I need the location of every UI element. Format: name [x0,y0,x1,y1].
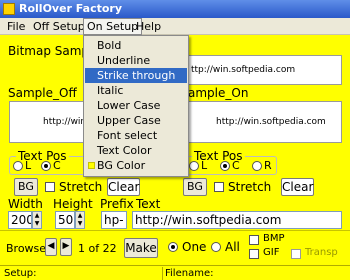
dropdown-item-lower-case[interactable]: Lower Case [85,98,187,113]
dropdown-item-bg-color-label: BG Color [97,159,146,172]
sample-on-url: http://win.softpedia.com [216,117,326,127]
text-input[interactable]: http://win.softpedia.com [132,211,342,229]
width-label: Width [8,197,43,211]
width-input[interactable]: 200 [8,211,32,229]
off-pos-center-radio[interactable] [41,161,51,171]
bmp-label: BMP [263,233,285,244]
on-stretch-checkbox[interactable] [214,182,224,192]
page-counter: 1 of 22 [78,242,117,255]
off-pos-center-label: C [53,159,61,172]
on-stretch-label: Stretch [228,180,272,194]
off-stretch-checkbox[interactable] [45,182,55,192]
on-pos-right-radio[interactable] [252,161,262,171]
sample-on-label: ample_On [188,86,249,100]
window-title: RollOver Factory [19,2,123,15]
next-arrow-icon[interactable]: ▶ [60,238,72,256]
on-pos-right-label: R [264,159,272,172]
dropdown-item-bold[interactable]: Bold [85,38,187,53]
prev-arrow-icon[interactable]: ◀ [45,238,57,256]
app-icon [3,3,15,15]
off-stretch-label: Stretch [59,180,103,194]
transp-checkbox[interactable] [291,249,301,259]
on-pos-center-label: C [232,159,240,172]
status-setup: Setup: [4,268,37,279]
status-bar: Setup: Filename: [0,265,350,280]
make-all-radio[interactable] [211,242,221,252]
make-all-label: All [225,240,240,254]
menu-off-setup[interactable]: Off Setup [30,19,88,34]
dropdown-item-underline[interactable]: Underline [85,53,187,68]
width-spinner[interactable]: ▲ ▼ [32,211,42,229]
make-one-radio[interactable] [168,242,178,252]
bitmap-sample-label: Bitmap Sampl [8,44,93,58]
bmp-checkbox[interactable] [249,235,259,245]
off-pos-left-label: L [25,159,32,172]
text-pos-on-group: Text Pos L C R [185,149,277,175]
gif-checkbox[interactable] [249,249,259,259]
dropdown-item-strike-through[interactable]: Strike through [85,68,187,83]
bitmap-sample-url: ttp://win.softpedia.com [191,65,296,75]
sample-off-label: Sample_Off [8,86,77,100]
off-clear-button[interactable]: Clear [107,178,140,196]
on-pos-left-radio[interactable] [189,161,199,171]
menu-file[interactable]: File [4,19,28,34]
dropdown-item-font-select[interactable]: Font select [85,128,187,143]
make-button[interactable]: Make [124,238,158,258]
height-label: Height [53,197,93,211]
off-bg-button[interactable]: BG [14,178,38,196]
menu-help[interactable]: Help [133,19,164,34]
gif-label: GIF [263,247,280,258]
prefix-input[interactable]: hp- [101,211,127,229]
on-pos-center-radio[interactable] [220,161,230,171]
dropdown-item-bg-color[interactable]: BG Color [85,158,187,173]
on-bg-button[interactable]: BG [183,178,207,196]
prefix-label: Prefix [100,197,134,211]
on-setup-dropdown: Bold Underline Strike through Italic Low… [83,35,189,177]
on-clear-button[interactable]: Clear [281,178,314,196]
title-bar: RollOver Factory [0,0,350,18]
transp-label: Transp [305,247,338,258]
bottom-toolbar: Browse ◀ ▶ 1 of 22 Make One All BMP GIF … [0,230,350,264]
dropdown-item-italic[interactable]: Italic [85,83,187,98]
bg-color-swatch-icon [88,162,95,169]
browse-label: Browse [6,242,47,255]
menu-bar: File Off Setup On Setup Help [0,18,350,35]
bitmap-sample-box: ttp://win.softpedia.com [184,55,342,85]
sample-on-box: http://win.softpedia.com [184,101,342,143]
dropdown-item-upper-case[interactable]: Upper Case [85,113,187,128]
text-label: Text [136,197,161,211]
on-pos-left-label: L [201,159,208,172]
dropdown-item-text-color[interactable]: Text Color [85,143,187,158]
height-input[interactable]: 50 [55,211,75,229]
height-spinner[interactable]: ▲ ▼ [75,211,85,229]
status-filename: Filename: [162,267,348,280]
make-one-label: One [182,240,207,254]
off-pos-left-radio[interactable] [13,161,23,171]
